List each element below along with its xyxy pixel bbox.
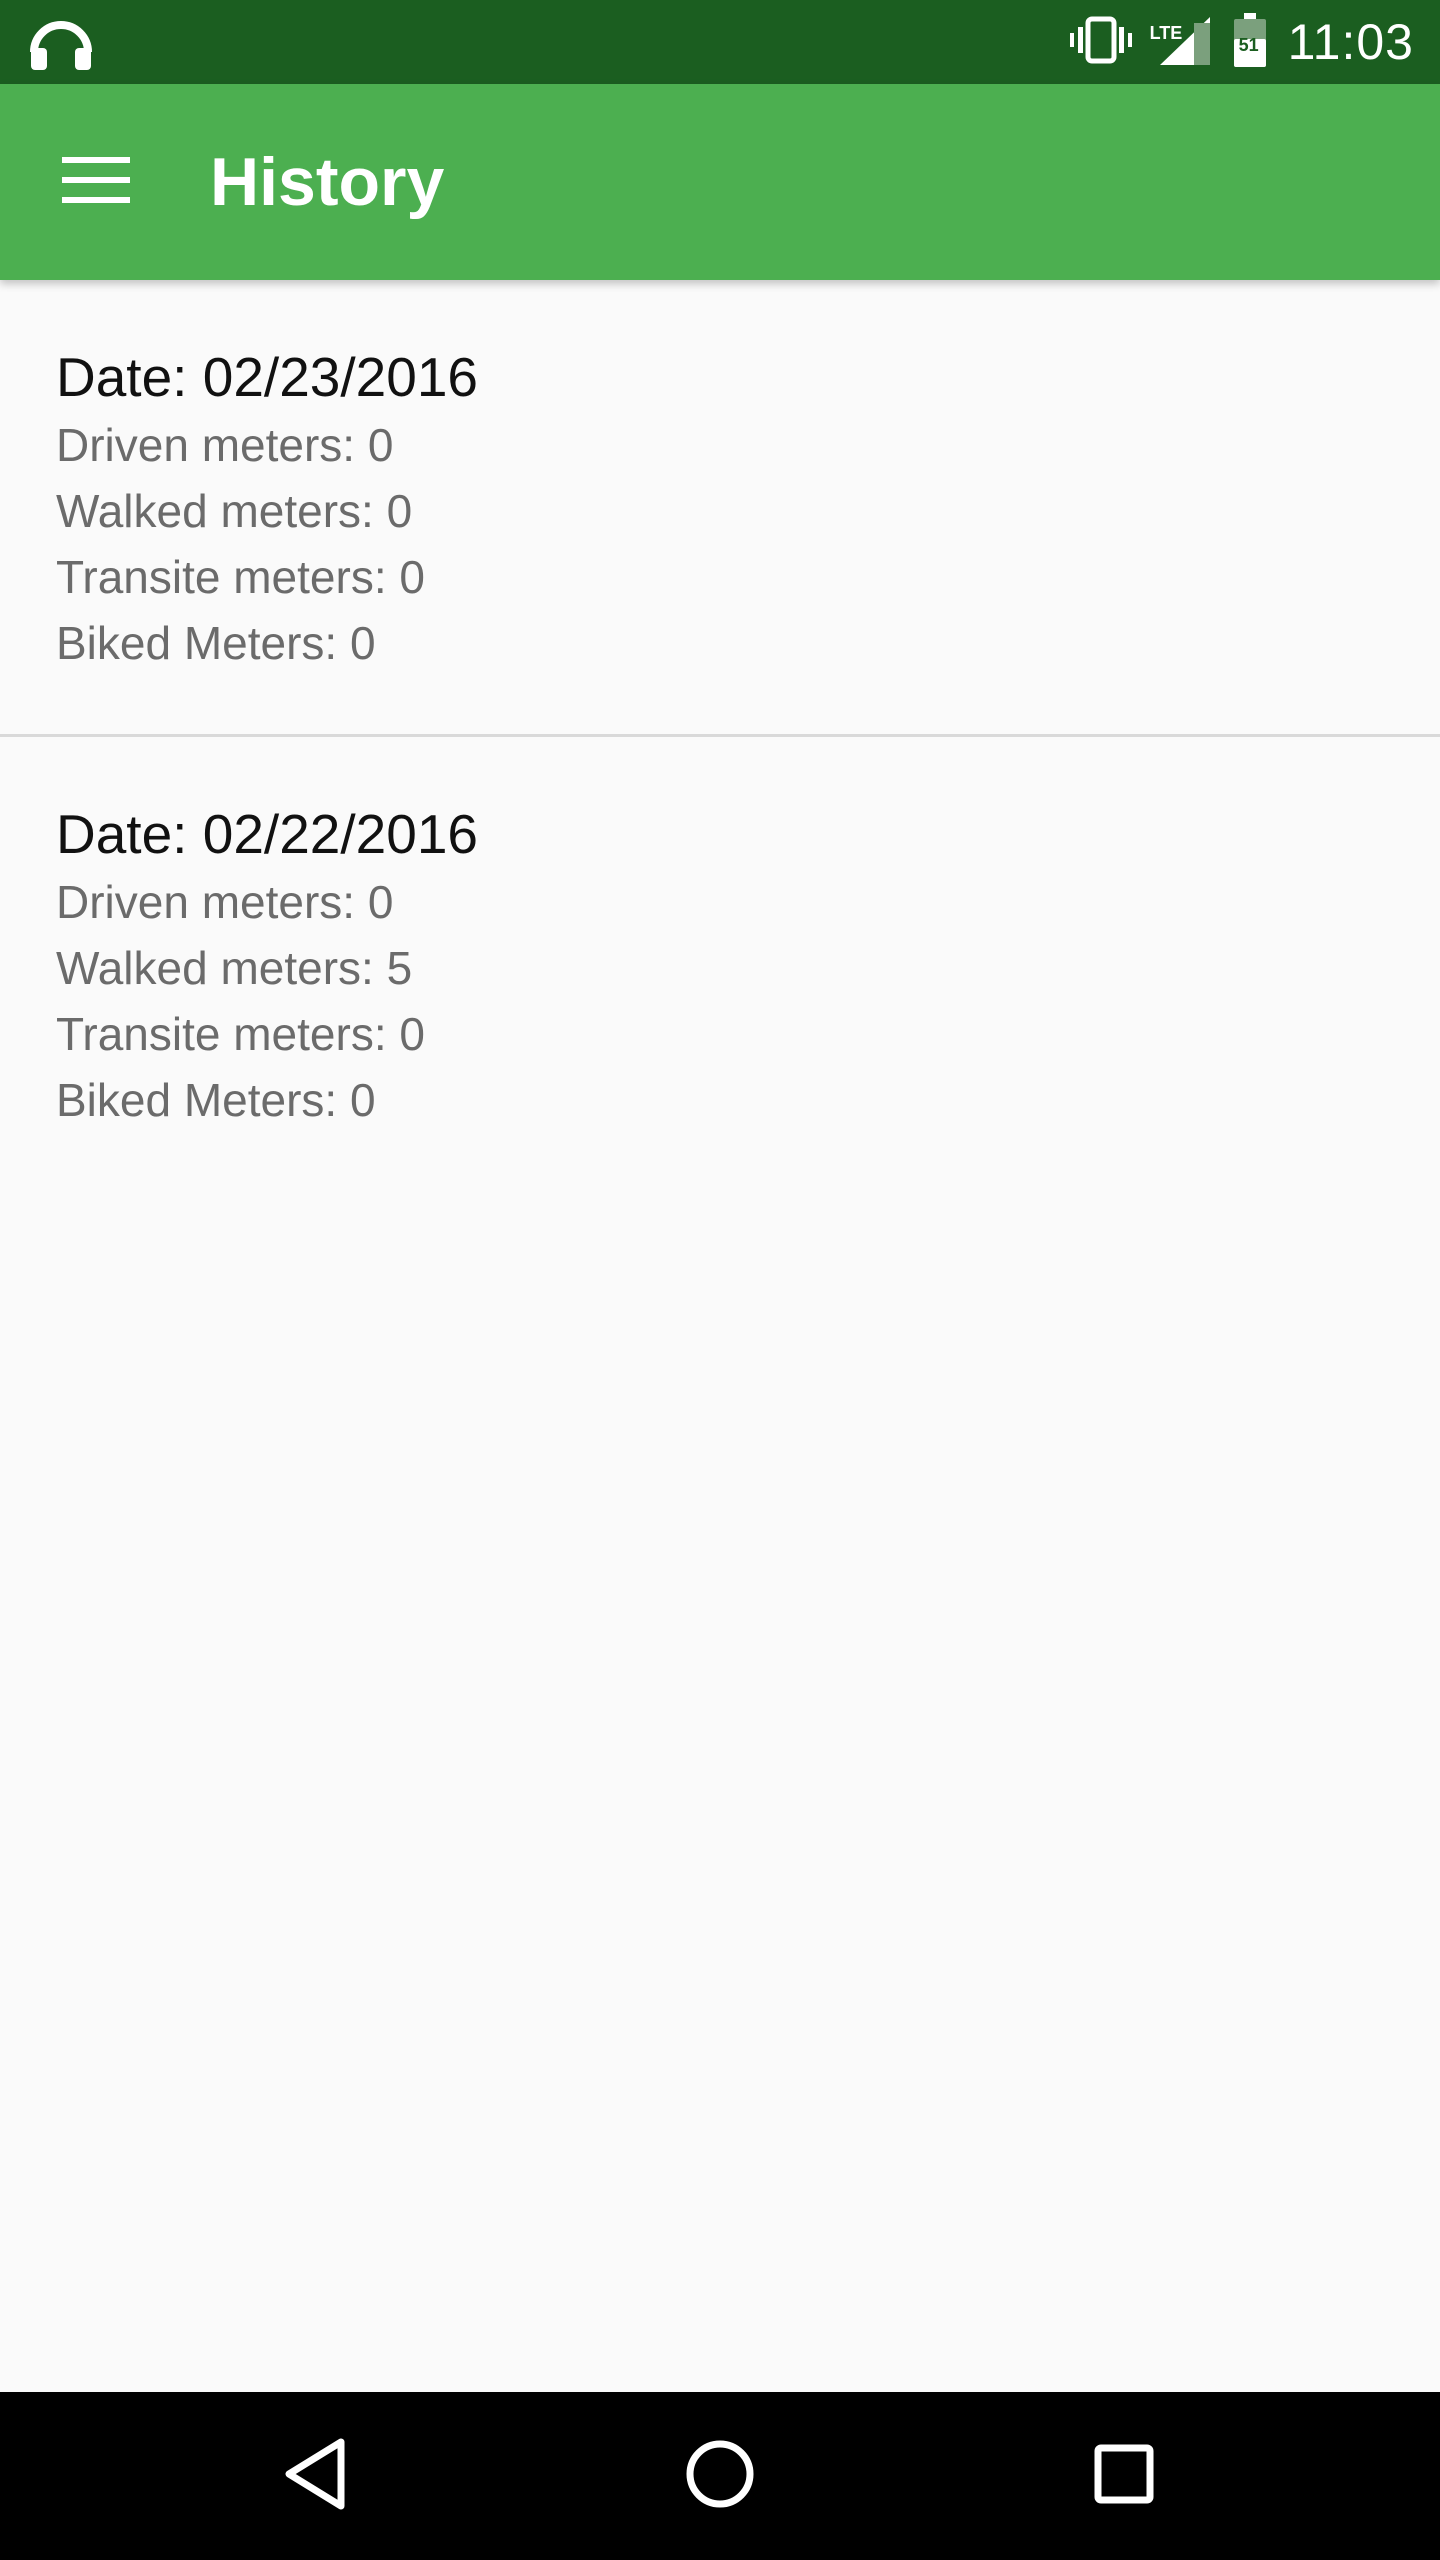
history-date: Date: 02/22/2016: [56, 803, 479, 865]
biked-meters: Biked Meters: 0: [56, 617, 376, 669]
driven-meters: Driven meters: 0: [56, 876, 394, 928]
network-type-label: LTE: [1149, 22, 1183, 43]
history-item[interactable]: Date: 02/22/2016 Driven meters: 0 Walked…: [0, 737, 1440, 1191]
home-button[interactable]: [670, 2426, 770, 2526]
status-time: 11:03: [1287, 14, 1414, 70]
transit-meters: Transite meters: 0: [56, 551, 425, 603]
page-title: History: [210, 144, 445, 220]
walked-meters: Walked meters: 0: [56, 485, 413, 537]
hamburger-menu-icon: [62, 155, 130, 210]
signal-icon: LTE: [1150, 13, 1212, 72]
history-date: Date: 02/23/2016: [56, 346, 479, 408]
biked-meters: Biked Meters: 0: [56, 1074, 376, 1126]
status-bar: LTE 51 11:03: [0, 0, 1440, 84]
back-icon: [281, 2436, 351, 2517]
home-icon: [684, 2438, 756, 2515]
transit-meters: Transite meters: 0: [56, 1008, 425, 1060]
vibrate-icon: [1069, 15, 1132, 70]
menu-button[interactable]: [36, 130, 156, 234]
recent-apps-icon: [1093, 2443, 1155, 2510]
navigation-bar: [0, 2392, 1440, 2560]
battery-icon: 51: [1233, 12, 1266, 72]
back-button[interactable]: [266, 2426, 366, 2526]
app-bar: History: [0, 84, 1440, 280]
driven-meters: Driven meters: 0: [56, 419, 394, 471]
headphones-icon: [28, 12, 98, 72]
history-item[interactable]: Date: 02/23/2016 Driven meters: 0 Walked…: [0, 280, 1440, 734]
walked-meters: Walked meters: 5: [56, 942, 413, 994]
battery-level-label: 51: [1238, 34, 1259, 55]
recent-apps-button[interactable]: [1074, 2426, 1174, 2526]
history-list: Date: 02/23/2016 Driven meters: 0 Walked…: [0, 280, 1440, 1191]
